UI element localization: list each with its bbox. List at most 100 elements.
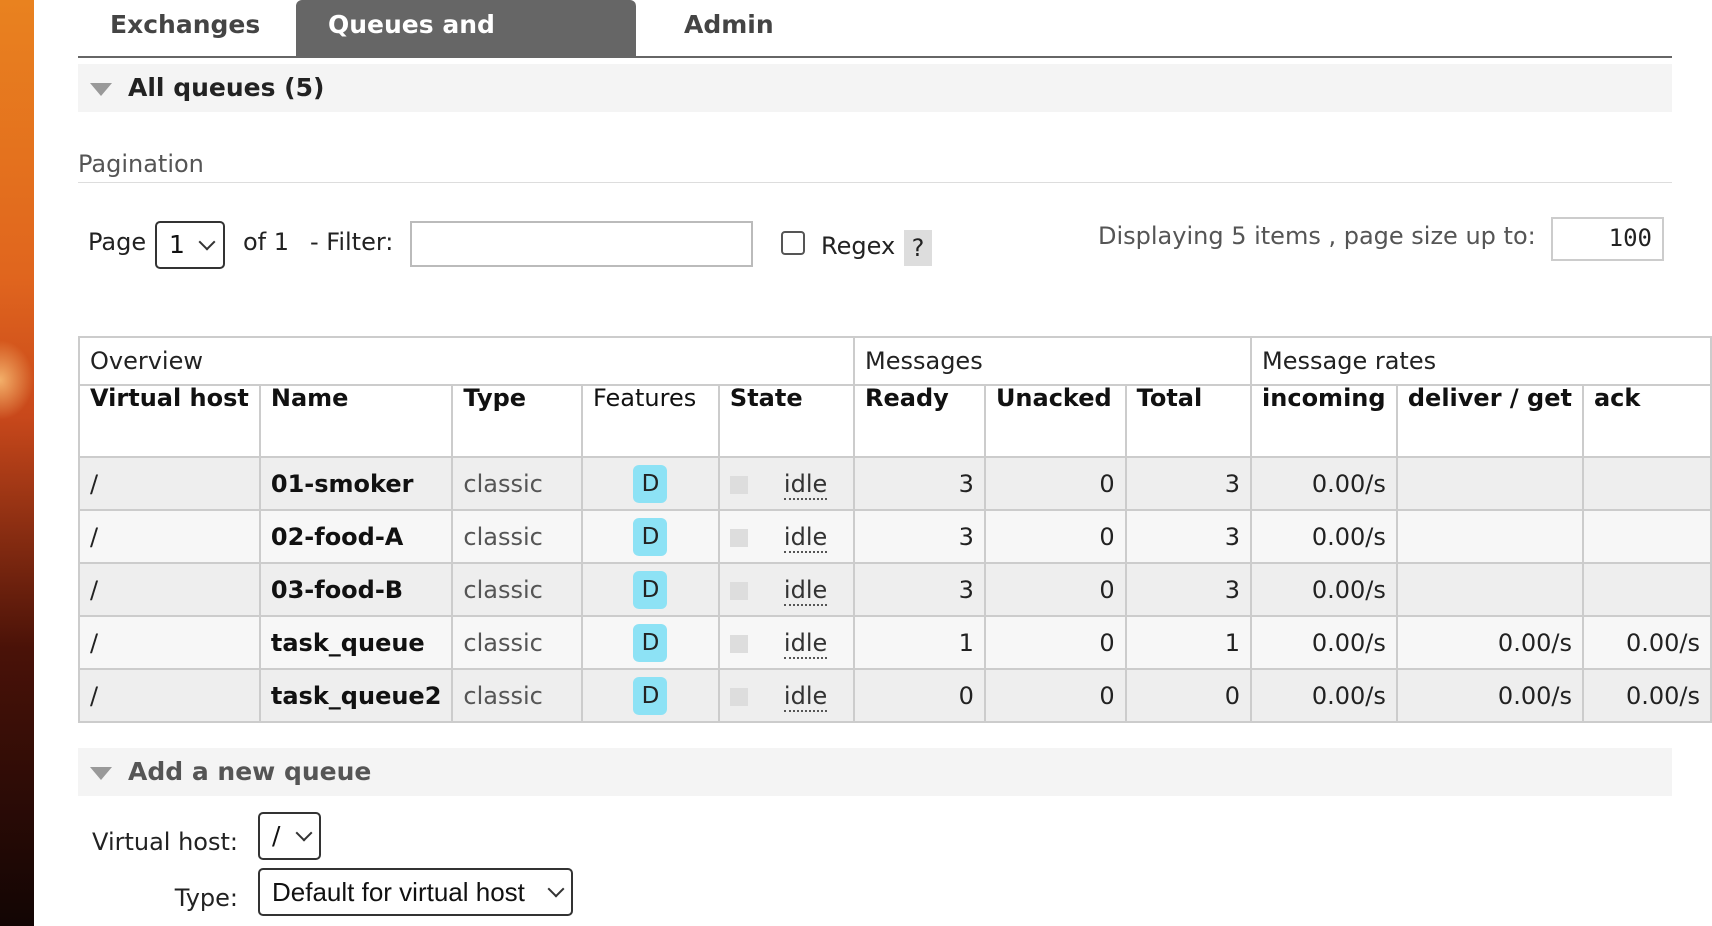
state-text: idle	[783, 681, 828, 712]
cell-queue-name-link[interactable]: 03-food-B	[258, 562, 454, 617]
cell-unacked: 0	[983, 615, 1127, 670]
cell-state: idle	[717, 456, 856, 511]
cell-ack	[1581, 509, 1712, 564]
tab-exchanges[interactable]: Exchanges	[78, 0, 268, 56]
state-indicator-icon	[729, 475, 748, 494]
col-deliver-get[interactable]: deliver / get	[1395, 384, 1584, 458]
cell-features: D	[581, 615, 720, 670]
col-unacked[interactable]: Unacked	[983, 384, 1127, 458]
chevron-down-icon	[295, 824, 313, 842]
wallpaper-curve	[0, 340, 34, 420]
table-row: /02-food-A classic Didle 3 0 3 0.00/s	[78, 509, 1712, 564]
queues-table: Overview Messages Message rates Virtual …	[78, 336, 1712, 723]
cell-unacked: 0	[983, 456, 1127, 511]
durable-badge: D	[633, 623, 668, 662]
cell-total: 0	[1124, 668, 1253, 723]
cell-ready: 3	[853, 456, 986, 511]
cell-state: idle	[717, 615, 856, 670]
group-messages: Messages	[852, 336, 1253, 386]
cell-ack	[1581, 456, 1712, 511]
group-message-rates: Message rates	[1250, 336, 1712, 386]
cell-vhost: /	[78, 668, 261, 723]
col-ready[interactable]: Ready	[853, 384, 986, 458]
state-indicator-icon	[729, 581, 748, 600]
durable-badge: D	[633, 517, 668, 556]
chevron-down-icon	[198, 233, 216, 251]
table-row: / task_queue classic Didle 1 0 1 0.00/s 0.00/s 0.…	[78, 615, 1712, 670]
col-type[interactable]: Type	[451, 384, 584, 458]
add-queue-section-header[interactable]: Add a new queue	[78, 748, 1672, 796]
cell-queue-name-link[interactable]: task_queue	[258, 615, 454, 670]
page-size-input[interactable]: 100	[1551, 217, 1664, 261]
col-features: Features	[581, 384, 720, 458]
durable-badge: D	[633, 676, 668, 715]
cell-total: 3	[1124, 456, 1253, 511]
collapse-triangle-icon	[90, 83, 112, 96]
cell-type: classic	[451, 509, 584, 564]
regex-checkbox[interactable]	[781, 231, 805, 255]
vhost-label: Virtual host:	[92, 828, 238, 856]
tab-admin[interactable]: Admin	[652, 0, 812, 56]
state-indicator-icon	[729, 687, 748, 706]
cell-type: classic	[451, 615, 584, 670]
group-overview: Overview	[78, 336, 855, 386]
cell-incoming: 0.00/s	[1250, 562, 1398, 617]
durable-badge: D	[633, 464, 668, 503]
displaying-label: Displaying 5 items , page size up to:	[1098, 222, 1536, 250]
vhost-select[interactable]: /	[258, 812, 321, 860]
cell-unacked: 0	[983, 509, 1127, 564]
cell-type: classic	[451, 562, 584, 617]
cell-incoming: 0.00/s	[1250, 615, 1398, 670]
type-label: Type:	[174, 884, 238, 912]
cell-ready: 3	[853, 509, 986, 564]
state-indicator-icon	[729, 634, 748, 653]
cell-queue-name-link[interactable]: 02-food-A	[258, 509, 454, 564]
table-row: /03-food-B classic Didle 3 0 3 0.00/s	[78, 562, 1712, 617]
cell-vhost: /	[78, 562, 261, 617]
state-text: idle	[783, 469, 828, 500]
cell-deliver-get	[1395, 456, 1584, 511]
cell-deliver-get: 0.00/s	[1395, 615, 1584, 670]
col-incoming[interactable]: incoming	[1250, 384, 1398, 458]
cell-vhost: /	[78, 509, 261, 564]
col-name[interactable]: Name	[258, 384, 454, 458]
col-total[interactable]: Total	[1124, 384, 1253, 458]
cell-deliver-get	[1395, 562, 1584, 617]
state-text: idle	[783, 522, 828, 553]
cell-vhost: /	[78, 615, 261, 670]
cell-deliver-get	[1395, 509, 1584, 564]
state-text: idle	[783, 575, 828, 606]
cell-state: idle	[717, 562, 856, 617]
cell-type: classic	[451, 456, 584, 511]
page-label: Page	[88, 228, 147, 256]
cell-state: idle	[717, 668, 856, 723]
cell-vhost: /	[78, 456, 261, 511]
cell-total: 1	[1124, 615, 1253, 670]
col-state[interactable]: State	[717, 384, 856, 458]
cell-state: idle	[717, 509, 856, 564]
pagination-title: Pagination	[78, 146, 1672, 183]
col-virtual-host[interactable]: Virtual host	[78, 384, 261, 458]
cell-features: D	[581, 509, 720, 564]
cell-ready: 0	[853, 668, 986, 723]
type-select[interactable]: Default for virtual host	[258, 868, 573, 916]
page-select[interactable]: 1	[155, 221, 225, 269]
state-indicator-icon	[729, 528, 748, 547]
col-ack[interactable]: ack	[1581, 384, 1712, 458]
state-text: idle	[783, 628, 828, 659]
cell-queue-name-link[interactable]: 01-smoker	[258, 456, 454, 511]
filter-input[interactable]	[410, 221, 753, 267]
cell-ack	[1581, 562, 1712, 617]
page-of-label: of 1	[243, 228, 290, 256]
all-queues-section-header[interactable]: All queues (5)	[78, 64, 1672, 112]
cell-ack: 0.00/s	[1581, 668, 1712, 723]
regex-help-button[interactable]: ?	[904, 230, 932, 266]
collapse-triangle-icon	[90, 767, 112, 780]
cell-incoming: 0.00/s	[1250, 456, 1398, 511]
durable-badge: D	[633, 570, 668, 609]
cell-ready: 3	[853, 562, 986, 617]
cell-queue-name-link[interactable]: task_queue2	[258, 668, 454, 723]
cell-ack: 0.00/s	[1581, 615, 1712, 670]
tab-queues-and-streams[interactable]: Queues and Streams	[296, 0, 636, 89]
add-queue-title: Add a new queue	[128, 757, 372, 786]
